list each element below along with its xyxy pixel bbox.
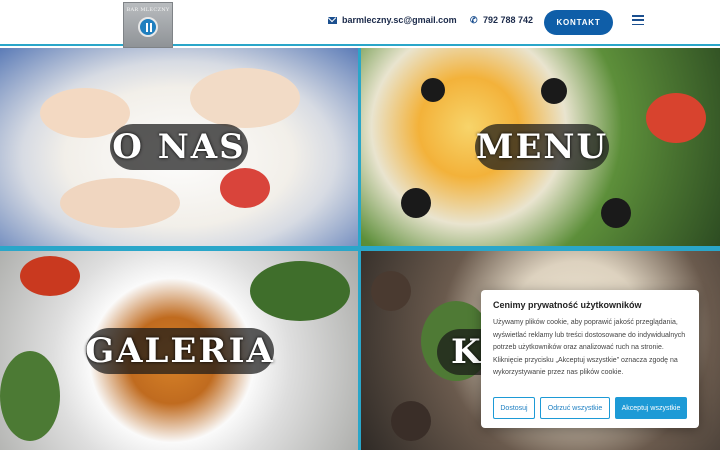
tile-label-o-nas: O NAS [110, 124, 248, 170]
accept-all-button[interactable]: Akceptuj wszystkie [615, 397, 687, 419]
mail-icon [328, 16, 337, 24]
tile-menu[interactable]: MENU [361, 48, 720, 246]
phone-text: 792 788 742 [483, 15, 534, 25]
reject-all-button[interactable]: Odrzuć wszystkie [540, 397, 610, 419]
tomato-image [20, 256, 80, 296]
kontakt-button[interactable]: KONTAKT [544, 10, 613, 35]
dumpling-image [190, 68, 300, 128]
customize-button[interactable]: Dostosuj [493, 397, 535, 419]
tile-label-menu: MENU [475, 124, 609, 170]
hamburger-line [632, 23, 644, 25]
cookie-text: Używamy plików cookie, aby poprawić jako… [493, 319, 686, 376]
hamburger-line [632, 15, 644, 17]
email-link[interactable]: barmleczny.sc@gmail.com [328, 15, 457, 25]
phone-link[interactable]: ✆ 792 788 742 [470, 15, 533, 25]
phone-icon: ✆ [470, 14, 478, 25]
olive-image [421, 78, 445, 102]
hamburger-icon[interactable] [632, 15, 644, 25]
logo-text: BAR MLECZNY [126, 7, 170, 13]
dumpling-image [60, 178, 180, 228]
hamburger-line [632, 19, 644, 21]
cutlery-icon [138, 17, 158, 37]
olive-image [541, 78, 567, 104]
herbs-image [0, 351, 60, 441]
strawberry-image [220, 168, 270, 208]
site-header: BAR MLECZNY barmleczny.sc@gmail.com ✆ 79… [0, 0, 720, 48]
onion-image [371, 271, 411, 311]
email-text: barmleczny.sc@gmail.com [342, 15, 457, 25]
cookie-consent-dialog: Cenimy prywatność użytkowników Używamy p… [481, 290, 699, 428]
tile-galeria[interactable]: GALERIA [0, 251, 358, 450]
olive-image [601, 198, 631, 228]
site-logo[interactable]: BAR MLECZNY [123, 2, 173, 48]
tomato-image [646, 93, 706, 143]
tile-label-galeria: GALERIA [85, 328, 274, 374]
herbs-image [250, 261, 350, 321]
olive-image [401, 188, 431, 218]
cookie-buttons: Dostosuj Odrzuć wszystkie Akceptuj wszys… [493, 397, 687, 419]
cookie-title: Cenimy prywatność użytkowników [493, 300, 642, 310]
tile-divider [0, 246, 720, 251]
tile-o-nas[interactable]: O NAS [0, 48, 358, 246]
onion-image [391, 401, 431, 441]
